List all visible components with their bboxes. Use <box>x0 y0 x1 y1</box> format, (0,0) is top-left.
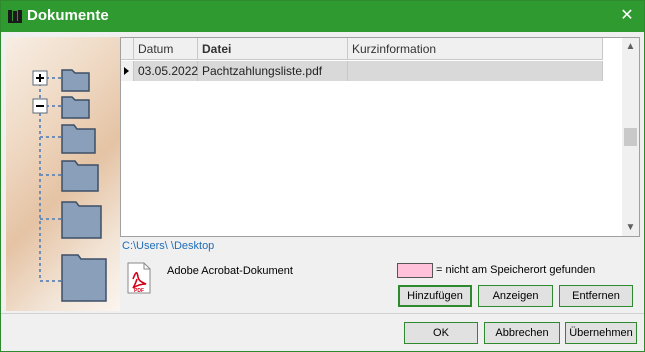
legend-color-swatch <box>397 263 433 278</box>
minus-box-icon <box>32 98 48 114</box>
grid-corner-header <box>121 38 134 60</box>
show-button[interactable]: Anzeigen <box>478 285 553 307</box>
pdf-file-icon: PDF <box>127 262 151 294</box>
documents-dialog: Dokumente ✕ Datum Datei Kurzinformation … <box>0 0 645 352</box>
add-button[interactable]: Hinzufügen <box>398 285 472 307</box>
close-button[interactable]: ✕ <box>616 6 638 26</box>
column-header-kurzinformation[interactable]: Kurzinformation <box>348 38 603 60</box>
scroll-thumb[interactable] <box>624 128 637 146</box>
file-path: C:\Users\ \Desktop <box>122 240 215 252</box>
scroll-up-icon[interactable]: ▲ <box>622 38 639 55</box>
scroll-down-icon[interactable]: ▼ <box>622 219 639 236</box>
current-row-arrow-icon <box>124 67 129 75</box>
legend-text: = nicht am Speicherort gefunden <box>436 264 596 276</box>
books-icon <box>8 10 22 23</box>
document-type-label: Adobe Acrobat-Dokument <box>167 265 293 277</box>
remove-button[interactable]: Entfernen <box>559 285 633 307</box>
folder-tree-illustration <box>6 37 120 311</box>
dialog-title: Dokumente <box>27 7 109 24</box>
documents-grid[interactable]: Datum Datei Kurzinformation 03.05.2022 P… <box>120 37 640 237</box>
plus-box-icon <box>32 70 48 86</box>
title-bar: Dokumente ✕ <box>1 1 644 32</box>
cell-kurzinformation[interactable] <box>348 61 603 81</box>
row-indicator[interactable] <box>121 61 134 81</box>
cell-datum[interactable]: 03.05.2022 <box>134 61 198 81</box>
ok-button[interactable]: OK <box>404 322 478 344</box>
svg-text:PDF: PDF <box>134 288 144 294</box>
footer-divider <box>1 313 644 314</box>
cell-datei[interactable]: Pachtzahlungsliste.pdf <box>198 61 348 81</box>
cancel-button[interactable]: Abbrechen <box>484 322 560 344</box>
apply-button[interactable]: Übernehmen <box>565 322 637 344</box>
column-header-datum[interactable]: Datum <box>134 38 198 60</box>
close-icon: ✕ <box>620 7 634 24</box>
folder-tree-graphic <box>32 69 107 302</box>
column-header-datei[interactable]: Datei <box>198 38 348 60</box>
vertical-scrollbar[interactable]: ▲ ▼ <box>622 38 639 236</box>
